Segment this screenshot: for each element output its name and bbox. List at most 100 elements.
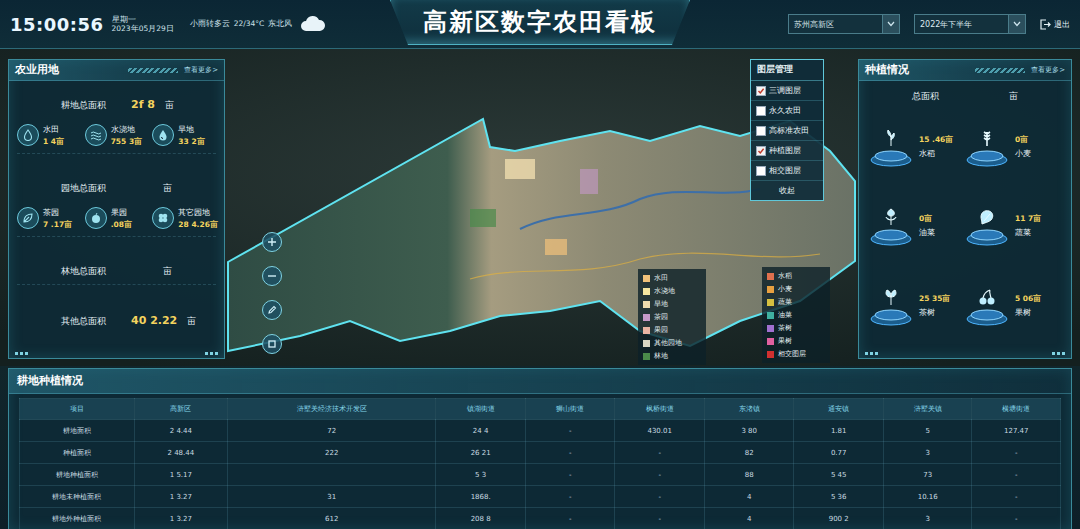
crop-label: 茶树 [919,307,951,318]
table-cell: 24 4 [436,420,526,442]
map-tools [262,232,282,354]
land-item-icon-ring [152,207,174,229]
planting-table-panel: 耕地种植情况 项目高新区浒墅关经济技术开发区镇湖街道狮山街道枫桥街道东渚镇通安镇… [8,368,1072,529]
crop-total-label: 总面积 [912,91,939,103]
land-item-label: 果园 [111,207,132,218]
layer-item[interactable]: 高标准农田 [751,121,823,141]
crop-pedestal [869,286,913,326]
table-header-cell: 东渚镇 [704,399,794,420]
legend-label: 果园 [654,325,668,335]
land-item-icon-ring [85,124,107,146]
exit-label: 退出 [1054,19,1070,30]
layer-item[interactable]: 相交图层 [751,161,823,181]
layer-checkbox[interactable] [756,106,766,116]
legend-label: 茶园 [654,312,668,322]
crop-icon-wrap [882,208,900,226]
corner-dots [15,352,28,355]
exit-button[interactable]: 退出 [1040,19,1070,30]
panel-header: 耕地种植情况 [9,369,1071,394]
section-label: 林地总面积 [61,266,121,278]
zoom-out-button[interactable] [262,266,282,286]
square-icon [267,339,277,349]
zoom-in-button[interactable] [262,232,282,252]
crop-text: 0亩 油菜 [919,214,935,238]
legend-swatch [643,327,650,334]
crop-item: 5 06亩 果树 [965,266,1061,346]
legend-swatch [767,286,774,293]
table-cell: 1 3.27 [134,508,228,529]
crop-label: 果树 [1015,307,1041,318]
weekday: 星期一 [112,15,174,24]
table-header-row: 项目高新区浒墅关经济技术开发区镇湖街道狮山街道枫桥街道东渚镇通安镇浒墅关镇横塘街… [20,399,1061,420]
weather: 小雨转多云 22/34°C 东北风 [190,19,293,29]
land-item-icon-ring [17,207,39,229]
legend-swatch [767,273,774,280]
table-header-cell: 通安镇 [794,399,884,420]
legend-item: 茶树 [767,323,825,333]
layer-item[interactable]: 永久农田 [751,101,823,121]
region-select[interactable]: 苏州高新区 [788,14,900,34]
land-item-label: 水田 [43,124,64,135]
table-cell: 127.47 [972,420,1061,442]
area-button[interactable] [262,334,282,354]
legend-swatch [767,338,774,345]
collapse-button[interactable]: 收起 [751,181,823,200]
table-header-cell: 枫桥街道 [615,399,705,420]
draw-button[interactable] [262,300,282,320]
layer-checkbox[interactable] [756,126,766,136]
fruit-tree-icon [978,288,996,306]
legend-swatch [767,312,774,319]
crop-pedestal [965,127,1009,167]
layer-item[interactable]: 种植图层 [751,141,823,161]
table-cell: 4 [704,486,794,508]
land-item-label: 茶园 [43,207,72,218]
district-boundary[interactable] [228,119,855,351]
land-panel: 农业用地 查看更多> 耕地总面积 2f 8 亩 水田 1 4亩 水浇地 755 … [8,59,225,359]
farmland-patch [580,169,598,194]
table-cell: - [972,442,1061,464]
land-section: 园地总面积 亩 茶园 7 .17亩 果园 .08亩 其它园地 28 4.26亩 [17,183,216,237]
land-item-text: 旱地 33 2亩 [178,124,204,147]
land-item-value: 28 4.26亩 [178,220,216,230]
map-area: 图层管理 三调图层 永久农田 高标准农田 种植图层 相交图层 收起 水田 水浇地… [0,49,1080,366]
period-select[interactable]: 2022年下半年 [914,14,1026,34]
more-link[interactable]: 查看更多> [184,65,218,75]
crop-value: 5 06亩 [1015,294,1041,304]
layer-item[interactable]: 三调图层 [751,81,823,101]
table-cell: 耕地面积 [20,420,135,442]
period-select-arrow [1008,15,1025,33]
table-header-cell: 浒墅关镇 [883,399,971,420]
table-cell: 3 [883,442,971,464]
panel-title: 耕地种植情况 [17,374,83,388]
panel-header: 种植情况 查看更多> [859,60,1071,81]
table-row: 耕地面积2 4.447224 4-430.013 801.815127.47 [20,420,1061,442]
header-controls: 苏州高新区 2022年下半年 退出 [690,14,1080,34]
layer-checkbox[interactable] [756,166,766,176]
legend-label: 旱地 [654,299,668,309]
land-item-text: 茶园 7 .17亩 [43,207,72,230]
rice-icon [882,129,900,147]
layer-checkbox[interactable] [756,146,766,156]
wind: 东北风 [268,19,292,29]
date-box: 星期一 2023年05月29日 [112,15,174,34]
land-section: 耕地总面积 2f 8 亩 水田 1 4亩 水浇地 755 3亩 旱地 33 2亩 [17,98,216,154]
pencil-icon [267,305,277,315]
legend-swatch [767,351,774,358]
table-cell: - [525,508,615,529]
table-cell: 208 8 [436,508,526,529]
table-cell: 耕地未种植面积 [20,486,135,508]
legend-swatch [643,314,650,321]
legend-item: 茶园 [643,312,701,322]
crop-icon-wrap [882,129,900,147]
land-item-label: 旱地 [178,124,204,135]
table-cell: 5 3 [436,464,526,486]
panel-header: 农业用地 查看更多> [9,60,224,81]
crop-pedestal [965,206,1009,246]
layer-checkbox[interactable] [756,86,766,96]
legend-item: 果树 [767,336,825,346]
more-link[interactable]: 查看更多> [1031,65,1065,75]
section-label: 耕地总面积 [61,100,121,112]
header-decoration [128,68,178,73]
table-cell: 222 [228,442,436,464]
section-unit: 亩 [187,316,240,328]
